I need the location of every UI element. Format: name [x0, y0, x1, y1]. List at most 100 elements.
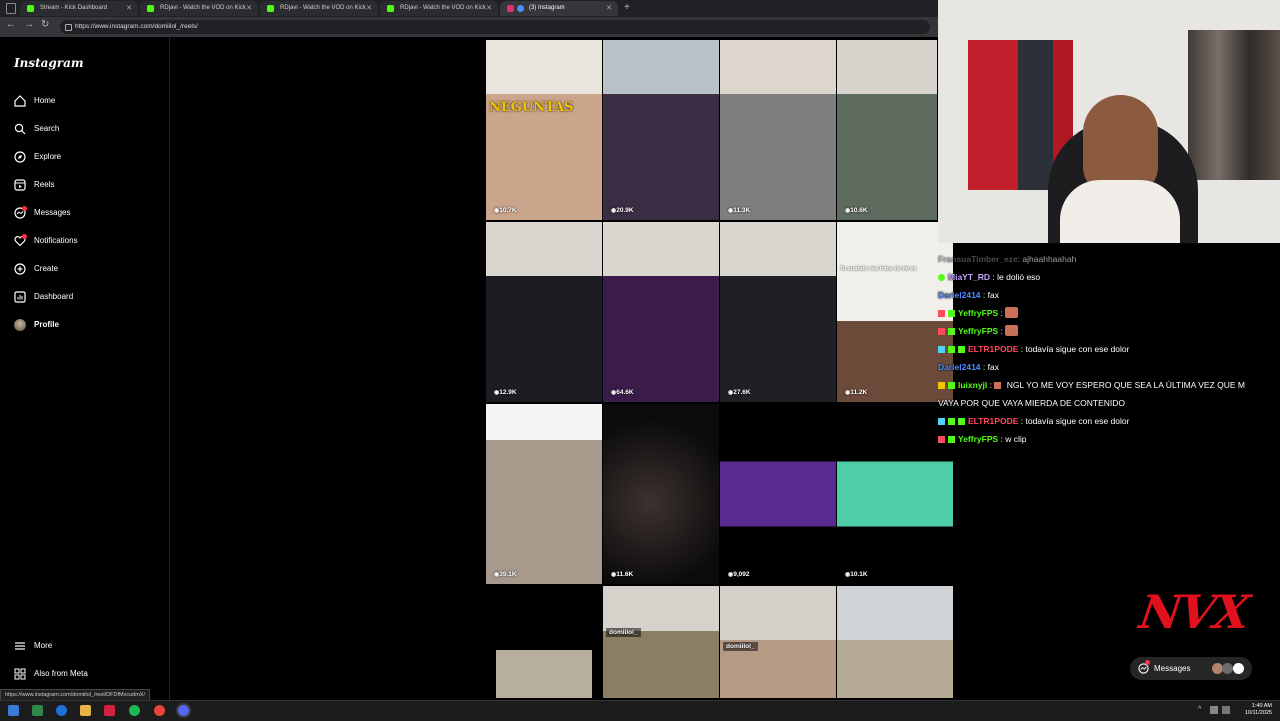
close-icon[interactable]: ✕: [606, 1, 612, 16]
notification-dot: [22, 234, 27, 239]
reel-caption: domiilol_: [606, 628, 641, 637]
chat-text: VAYA POR QUE VAYA MIERDA DE CONTENIDO: [938, 398, 1126, 408]
sidebar-item-reels[interactable]: Reels: [14, 177, 164, 193]
spotify-icon[interactable]: [129, 705, 140, 716]
url-field[interactable]: https://www.instagram.com/domiilol_/reel…: [60, 20, 930, 34]
avatar: [1222, 663, 1233, 674]
chrome-icon[interactable]: [154, 705, 165, 716]
back-icon[interactable]: ←: [6, 19, 16, 30]
badge-icon: [938, 310, 945, 317]
messages-label: Messages: [1154, 664, 1191, 673]
search-icon: [14, 123, 26, 135]
new-tab-icon[interactable]: +: [624, 2, 630, 13]
site-info-icon[interactable]: [65, 24, 72, 31]
file-explorer-icon[interactable]: [80, 705, 91, 716]
sidebar-item-more[interactable]: More: [14, 638, 164, 654]
tray-icons[interactable]: [1210, 706, 1218, 714]
badge-icon: [938, 328, 945, 335]
reload-icon[interactable]: ↻: [41, 19, 49, 30]
sidebar-item-label: Profile: [34, 320, 59, 329]
reel-tile-11[interactable]: 9,092: [720, 404, 836, 584]
sidebar-item-messages[interactable]: Messages: [14, 205, 164, 221]
messages-button[interactable]: Messages: [1130, 657, 1252, 680]
app-icon[interactable]: [32, 705, 43, 716]
discord-icon[interactable]: [178, 705, 189, 716]
edge-icon[interactable]: [56, 705, 67, 716]
sidebar-item-create[interactable]: Create: [14, 261, 164, 277]
chat-message: FransuaTimber_eze: ajhaahhaahah: [938, 254, 1077, 264]
sidebar-item-profile[interactable]: Profile: [14, 317, 164, 333]
instagram-sidebar: Instagram Home Search Explore Reels Mess…: [0, 37, 170, 700]
sidebar-item-label: Dashboard: [34, 292, 74, 301]
reel-tile-16[interactable]: [837, 586, 953, 698]
view-count: 64.6K: [611, 389, 633, 396]
close-icon[interactable]: ✕: [246, 1, 252, 16]
badge-icon: [948, 328, 955, 335]
browser-tab-1[interactable]: Stream - Kick Dashboard ✕: [20, 1, 138, 16]
reel-tile-15[interactable]: domiilol_: [720, 586, 836, 698]
sidebar-item-notifications[interactable]: Notifications: [14, 233, 164, 249]
live-chat: FransuaTimber_eze: ajhaahhaahah MiaYT_RD…: [938, 250, 1280, 448]
close-icon[interactable]: ✕: [486, 1, 492, 16]
avatar: [14, 319, 26, 331]
reel-caption: To cuando ves fotos de mi ex: [840, 266, 917, 272]
window-menu-icon[interactable]: [6, 3, 16, 14]
sidebar-item-search[interactable]: Search: [14, 121, 164, 137]
reel-tile-10[interactable]: 11.6K: [603, 404, 719, 584]
kick-favicon-icon: [387, 5, 394, 12]
chat-username: FransuaTimber_eze: [938, 254, 1018, 264]
windows-start-icon[interactable]: [8, 705, 19, 716]
reel-tile-6[interactable]: 64.6K: [603, 222, 719, 402]
browser-tab-3[interactable]: RDjavi - Watch the VOD on Kick ✕: [260, 1, 378, 16]
chat-message: YeffryFPS :: [938, 322, 1280, 340]
sidebar-item-explore[interactable]: Explore: [14, 149, 164, 165]
view-count: 11.2K: [845, 389, 867, 396]
chat-text: ajhaahhaahah: [1022, 254, 1077, 264]
sidebar-item-also-from-meta[interactable]: Also from Meta: [14, 666, 164, 682]
sidebar-item-label: More: [34, 641, 53, 650]
tab-label: (3) Instagram: [529, 5, 565, 11]
reel-tile-13[interactable]: [496, 650, 592, 698]
browser-tab-instagram[interactable]: (3) Instagram ✕: [500, 1, 618, 16]
reel-tile-12[interactable]: 10.1K: [837, 404, 953, 584]
reel-tile-2[interactable]: 20.9K: [603, 40, 719, 220]
streamer-webcam: [938, 0, 1280, 243]
curtain-dark: [1018, 40, 1053, 190]
chat-text: w clip: [1005, 434, 1027, 444]
forward-icon[interactable]: →: [24, 19, 34, 30]
browser-tab-2[interactable]: RDjavi - Watch the VOD on Kick ✕: [140, 1, 258, 16]
app-icon[interactable]: [104, 705, 115, 716]
reel-tile-8[interactable]: To cuando ves fotos de mi ex 11.2K: [837, 222, 953, 402]
instagram-logo[interactable]: Instagram: [14, 56, 84, 70]
reel-tile-9[interactable]: 39.1K: [486, 404, 602, 584]
chat-text: fax: [987, 362, 999, 372]
system-clock[interactable]: 1:40 AM 10/11/2025: [1245, 703, 1272, 717]
tray-chevron-icon[interactable]: ^: [1198, 706, 1201, 713]
hamburger-icon: [15, 642, 25, 650]
network-icon[interactable]: [1222, 706, 1230, 714]
reel-tile-5[interactable]: 12.9K: [486, 222, 602, 402]
chat-text: NGL YO ME VOY ESPERO QUE SEA LA ÚLTIMA V…: [1006, 380, 1245, 390]
sidebar-item-label: Create: [34, 264, 59, 273]
reel-tile-3[interactable]: 11.3K: [720, 40, 836, 220]
sidebar-item-home[interactable]: Home: [14, 93, 164, 109]
sidebar-item-dashboard[interactable]: Dashboard: [14, 289, 164, 305]
kick-favicon-icon: [27, 5, 34, 12]
reel-tile-4[interactable]: 10.6K: [837, 40, 937, 220]
reel-tile-14[interactable]: domiilol_: [603, 586, 719, 698]
reel-tile-1[interactable]: NEGUNTAS 10.7K: [486, 40, 602, 220]
chat-message: ELTR1PODE : todavía sigue con ese dolor: [938, 340, 1280, 358]
reel-tile-7[interactable]: 27.6K: [720, 222, 836, 402]
chat-username: YeffryFPS: [958, 326, 999, 336]
close-icon[interactable]: ✕: [126, 1, 132, 16]
view-count: 10.7K: [494, 207, 516, 214]
chat-text: fax: [987, 290, 999, 300]
close-icon[interactable]: ✕: [366, 1, 372, 16]
badge-icon: [958, 418, 965, 425]
url-text: https://www.instagram.com/domiilol_/reel…: [75, 23, 198, 30]
tab-label: Stream - Kick Dashboard: [40, 5, 108, 11]
browser-tab-4[interactable]: RDjavi - Watch the VOD on Kick ✕: [380, 1, 498, 16]
badge-icon: [948, 346, 955, 353]
clock-date: 10/11/2025: [1244, 710, 1272, 716]
instagram-favicon-icon: [507, 5, 514, 12]
